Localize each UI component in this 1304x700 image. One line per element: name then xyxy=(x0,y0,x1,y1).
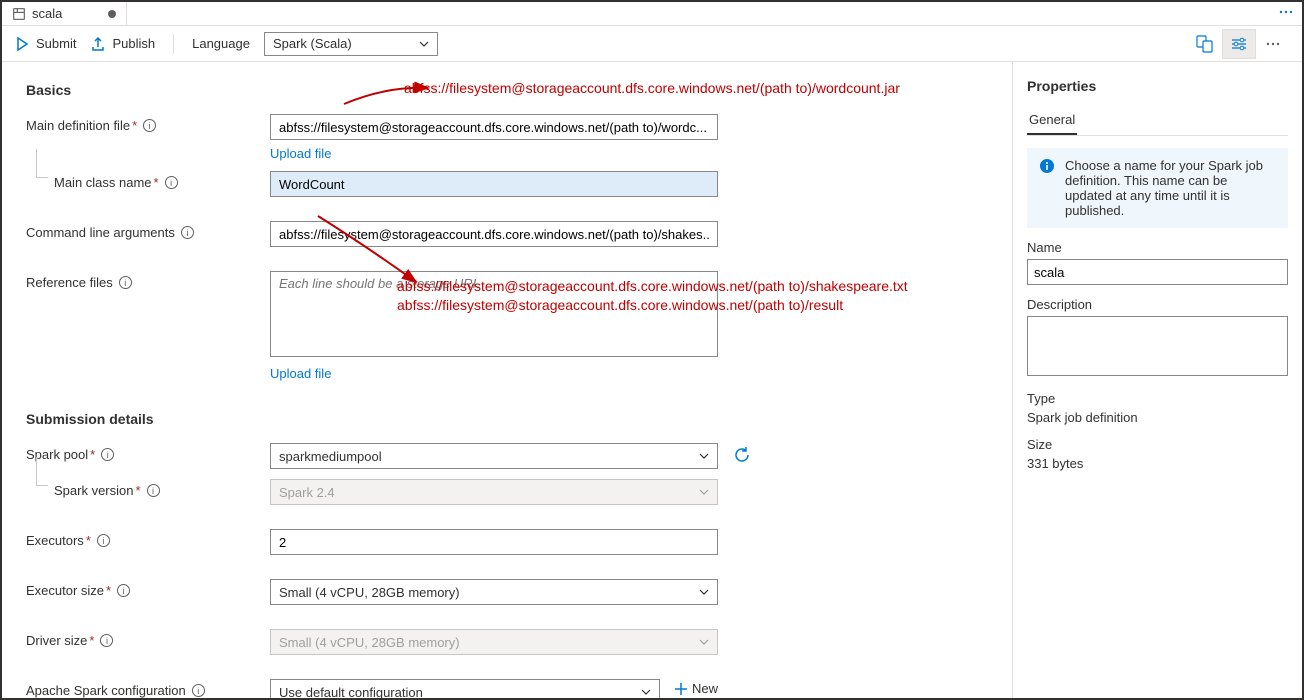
section-submission: Submission details xyxy=(26,411,988,427)
info-icon[interactable]: i xyxy=(117,584,130,597)
section-basics: Basics xyxy=(26,82,988,98)
info-icon[interactable]: i xyxy=(181,226,194,239)
size-label: Size xyxy=(1027,437,1288,452)
apache-conf-select[interactable]: Use default configuration xyxy=(270,679,660,698)
settings-sliders-icon xyxy=(1230,35,1248,53)
label-executors: Executors xyxy=(26,533,84,548)
tab-bar: scala xyxy=(2,2,1302,26)
label-cmd-args: Command line arguments xyxy=(26,225,175,240)
info-icon[interactable]: i xyxy=(147,484,160,497)
spark-pool-select[interactable]: sparkmediumpool xyxy=(270,443,718,469)
upload-file-link-2[interactable]: Upload file xyxy=(270,366,331,381)
type-value: Spark job definition xyxy=(1027,410,1288,425)
properties-toggle[interactable] xyxy=(1222,29,1256,59)
required-marker: * xyxy=(90,447,95,462)
label-driver-size: Driver size xyxy=(26,633,87,648)
info-icon[interactable]: i xyxy=(165,176,178,189)
required-marker: * xyxy=(89,633,94,648)
label-executor-size: Executor size xyxy=(26,583,104,598)
properties-panel: Properties General Choose a name for you… xyxy=(1012,62,1302,698)
main-def-file-input[interactable] xyxy=(270,114,718,140)
label-main-class: Main class name xyxy=(54,175,152,190)
executor-size-value: Small (4 vCPU, 28GB memory) xyxy=(279,585,460,600)
main-class-input[interactable] xyxy=(270,171,718,197)
label-ref-files: Reference files xyxy=(26,275,113,290)
type-label: Type xyxy=(1027,391,1288,406)
tab-label: scala xyxy=(32,6,62,21)
chevron-down-icon xyxy=(699,487,709,497)
language-value: Spark (Scala) xyxy=(273,36,352,51)
label-main-def-file: Main definition file xyxy=(26,118,130,133)
tab-general[interactable]: General xyxy=(1027,106,1077,135)
name-input[interactable] xyxy=(1027,259,1288,285)
info-icon xyxy=(1039,158,1055,174)
separator xyxy=(173,34,174,54)
required-marker: * xyxy=(132,118,137,133)
info-icon[interactable]: i xyxy=(119,276,132,289)
submit-button[interactable]: Submit xyxy=(14,36,76,52)
ref-files-textarea[interactable] xyxy=(270,271,718,357)
label-apache-conf: Apache Spark configuration xyxy=(26,683,186,698)
info-icon[interactable]: i xyxy=(192,684,205,697)
refresh-button[interactable] xyxy=(732,445,752,465)
tabbar-more[interactable] xyxy=(1278,5,1302,22)
desc-label: Description xyxy=(1027,297,1288,312)
required-marker: * xyxy=(86,533,91,548)
new-label: New xyxy=(692,681,718,696)
toolbar: Submit Publish Language Spark (Scala) xyxy=(2,26,1302,62)
desc-textarea[interactable] xyxy=(1027,316,1288,376)
upload-file-link-1[interactable]: Upload file xyxy=(270,146,331,161)
info-box: Choose a name for your Spark job definit… xyxy=(1027,148,1288,228)
chevron-down-icon xyxy=(641,687,651,697)
apache-conf-value: Use default configuration xyxy=(279,685,423,699)
cmd-args-input[interactable] xyxy=(270,221,718,247)
executors-input[interactable] xyxy=(270,529,718,555)
info-icon[interactable]: i xyxy=(143,119,156,132)
spark-version-select: Spark 2.4 xyxy=(270,479,718,505)
required-marker: * xyxy=(106,583,111,598)
properties-tabs: General xyxy=(1027,106,1288,136)
form-content: Basics Main definition file * i Upload f… xyxy=(2,62,1012,698)
dirty-indicator xyxy=(108,10,116,18)
driver-size-select: Small (4 vCPU, 28GB memory) xyxy=(270,629,718,655)
publish-button[interactable]: Publish xyxy=(90,36,155,52)
new-config-button[interactable]: New xyxy=(674,681,718,696)
language-label: Language xyxy=(192,36,250,51)
submit-label: Submit xyxy=(36,36,76,51)
play-icon xyxy=(14,36,30,52)
related-button[interactable] xyxy=(1188,29,1222,59)
plus-icon xyxy=(674,682,688,696)
info-icon[interactable]: i xyxy=(100,634,113,647)
properties-title: Properties xyxy=(1027,78,1288,94)
name-label: Name xyxy=(1027,240,1288,255)
required-marker: * xyxy=(154,175,159,190)
spark-pool-value: sparkmediumpool xyxy=(279,449,382,464)
size-value: 331 bytes xyxy=(1027,456,1288,471)
label-spark-version: Spark version xyxy=(54,483,133,498)
chevron-down-icon xyxy=(699,637,709,647)
publish-label: Publish xyxy=(112,36,155,51)
more-icon xyxy=(1265,37,1281,51)
executor-size-select[interactable]: Small (4 vCPU, 28GB memory) xyxy=(270,579,718,605)
required-marker: * xyxy=(135,483,140,498)
chevron-down-icon xyxy=(699,451,709,461)
info-icon[interactable]: i xyxy=(97,534,110,547)
tab-scala[interactable]: scala xyxy=(2,2,127,25)
spark-version-value: Spark 2.4 xyxy=(279,485,335,500)
chevron-down-icon xyxy=(419,39,429,49)
publish-icon xyxy=(90,36,106,52)
toolbar-more[interactable] xyxy=(1256,29,1290,59)
driver-size-value: Small (4 vCPU, 28GB memory) xyxy=(279,635,460,650)
more-icon xyxy=(1278,5,1294,19)
info-icon[interactable]: i xyxy=(101,448,114,461)
file-icon xyxy=(12,7,26,21)
related-icon xyxy=(1196,35,1214,53)
chevron-down-icon xyxy=(699,587,709,597)
info-text: Choose a name for your Spark job definit… xyxy=(1065,158,1276,218)
language-select[interactable]: Spark (Scala) xyxy=(264,32,438,56)
